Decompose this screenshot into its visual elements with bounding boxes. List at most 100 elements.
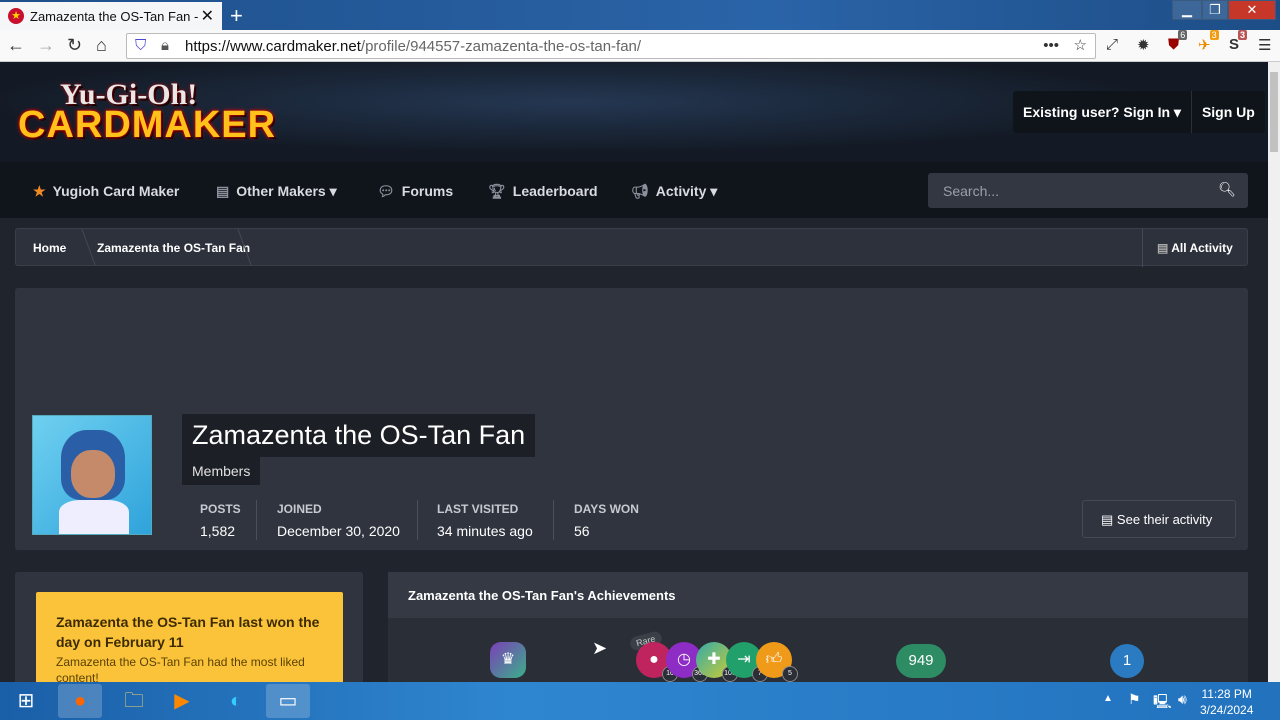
reload-icon[interactable]: ↻ <box>67 35 82 56</box>
all-activity-link[interactable]: ▤ All Activity <box>1142 229 1233 267</box>
media-player-icon[interactable]: ▶ <box>160 684 204 718</box>
stat-joined: JOINED December 30, 2020 <box>277 502 400 539</box>
day-won-box: Zamazenta the OS-Tan Fan last won the da… <box>36 592 343 682</box>
breadcrumb-current[interactable]: Zamazenta the OS-Tan Fan <box>97 241 250 255</box>
nav-other-makers[interactable]: ▤ Other Makers ▾ <box>216 183 337 200</box>
nav-label: Forums <box>401 183 454 199</box>
show-hidden-icons[interactable]: ▲ <box>1103 693 1113 704</box>
page-actions-icon[interactable]: ••• <box>1043 37 1059 54</box>
close-tab-icon[interactable]: ✕ <box>201 6 214 26</box>
search-icon[interactable]: 🔍︎ <box>1218 181 1236 198</box>
stylus-icon[interactable]: S3 <box>1229 30 1248 53</box>
nav-forums[interactable]: 💬︎ Forums <box>377 183 453 200</box>
badge-count: 5 <box>782 666 798 682</box>
clock[interactable]: 11:28 PM 3/24/2024 <box>1200 686 1253 718</box>
reputation-count[interactable]: 949 <box>896 644 946 678</box>
rank-count[interactable]: 1 <box>1110 644 1144 678</box>
sidebar-panel: Zamazenta the OS-Tan Fan last won the da… <box>15 572 363 682</box>
remote-desktop-icon[interactable]: ▭ <box>266 684 310 718</box>
network-icon[interactable]: 🖳︎ <box>1153 691 1172 715</box>
nav-label: Leaderboard <box>512 183 598 199</box>
browser-tab[interactable]: ★ Zamazenta the OS-Tan Fan - Yu ✕ <box>0 2 222 30</box>
nav-label: Yugioh Card Maker <box>52 183 180 199</box>
search-placeholder: Search... <box>943 183 1000 199</box>
stat-value: 34 minutes ago <box>437 523 533 539</box>
scrollbar-thumb[interactable] <box>1270 72 1278 152</box>
site-logo-text[interactable]: CARDMAKER <box>18 104 276 147</box>
auth-buttons: Existing user? Sign In ▾ Sign Up <box>1013 91 1265 133</box>
menu-icon[interactable]: ☰ <box>1258 36 1271 54</box>
breadcrumb: Home Zamazenta the OS-Tan Fan ▤ All Acti… <box>15 228 1248 267</box>
newspaper-icon: ▤ <box>1101 512 1114 527</box>
see-activity-label: See their activity <box>1116 512 1213 527</box>
tab-title: Zamazenta the OS-Tan Fan - Yu <box>30 8 201 24</box>
nav-label: Other Makers <box>236 183 326 199</box>
badge-thumbs-up-icon[interactable]: 👍︎ 5 <box>756 642 798 682</box>
member-group: Members <box>182 457 261 485</box>
clock-date: 3/24/2024 <box>1200 703 1254 717</box>
taskbar: ⊞ ● 🗀 ▶ ◐ ▭ ▲ ⚑ 🖳︎ 🔊︎ 11:28 PM 3/24/2024 <box>0 682 1280 720</box>
bookmark-star-icon[interactable]: ☆ <box>1074 36 1087 54</box>
divider <box>553 500 554 540</box>
sign-in-button[interactable]: Existing user? Sign In ▾ <box>1013 91 1192 133</box>
url-host: https://www.cardmaker.net <box>185 38 361 55</box>
breadcrumb-home[interactable]: Home <box>33 241 66 255</box>
stat-posts: POSTS 1,582 <box>200 502 241 539</box>
tracking-shield-icon[interactable]: ⛉ <box>135 37 146 54</box>
avatar[interactable] <box>32 415 152 535</box>
achievements-title: Zamazenta the OS-Tan Fan's Achievements <box>388 572 1248 618</box>
day-won-heading: Zamazenta the OS-Tan Fan last won the da… <box>56 614 320 650</box>
gear-icon[interactable]: ✹ <box>1137 36 1150 54</box>
start-button[interactable]: ⊞ <box>4 684 48 718</box>
volume-icon[interactable]: 🔊︎ <box>1178 691 1187 708</box>
edge-icon[interactable]: ◐ <box>214 684 258 718</box>
breadcrumb-separator <box>81 229 96 265</box>
ublock-badge: 6 <box>1178 30 1188 40</box>
nav-activity[interactable]: 📢︎ Activity ▾ <box>631 183 717 200</box>
ublock-icon[interactable]: ⛊ 6 <box>1168 30 1188 53</box>
search-input[interactable]: Search... 🔍︎ <box>928 173 1248 208</box>
lock-icon[interactable]: 🔒︎ <box>161 37 169 54</box>
profile-header: Zamazenta the OS-Tan Fan Members POSTS 1,… <box>15 288 1248 550</box>
nav-leaderboard[interactable]: 🏆︎ Leaderboard <box>488 183 598 200</box>
tab-strip: ★ Zamazenta the OS-Tan Fan - Yu ✕ + ▁ ❐ … <box>0 0 1280 30</box>
page-scrollbar[interactable] <box>1268 62 1280 682</box>
back-icon[interactable]: ← <box>7 35 25 56</box>
stat-label: JOINED <box>277 502 322 516</box>
home-icon[interactable]: ⌂ <box>96 35 107 56</box>
megaphone-icon: 📢︎ <box>631 183 649 199</box>
extension-icon[interactable]: ✈ 3 <box>1198 30 1219 54</box>
stat-value: December 30, 2020 <box>277 523 400 539</box>
caret-down-icon: ▾ <box>1173 104 1181 120</box>
stylus-badge: 3 <box>1238 30 1248 40</box>
stat-last-visited: LAST VISITED 34 minutes ago <box>437 502 533 539</box>
firefox-taskbar-icon[interactable]: ● <box>58 684 102 718</box>
address-bar[interactable]: ⛉ 🔒︎ https://www.cardmaker.net/profile/9… <box>126 33 1096 59</box>
achievements-panel: Zamazenta the OS-Tan Fan's Achievements … <box>388 572 1248 682</box>
all-activity-label: All Activity <box>1171 241 1233 255</box>
profile-name: Zamazenta the OS-Tan Fan <box>182 414 536 457</box>
divider <box>256 500 257 540</box>
action-center-flag-icon[interactable]: ⚑ <box>1128 691 1141 708</box>
fullscreen-icon[interactable]: ⤢ <box>1106 36 1118 53</box>
restore-button[interactable]: ❐ <box>1202 0 1228 20</box>
divider <box>417 500 418 540</box>
document-icon: ▤ <box>216 183 230 199</box>
close-window-button[interactable]: ✕ <box>1228 0 1276 20</box>
web-page: Yu-Gi-Oh! CARDMAKER Existing user? Sign … <box>0 62 1268 682</box>
extension-badge: 3 <box>1209 30 1219 40</box>
forward-icon[interactable]: → <box>37 35 55 56</box>
stat-value: 56 <box>574 523 590 539</box>
sign-up-button[interactable]: Sign Up <box>1192 91 1265 133</box>
minimize-button[interactable]: ▁ <box>1172 0 1202 20</box>
see-activity-button[interactable]: ▤ See their activity <box>1082 500 1236 538</box>
new-tab-button[interactable]: + <box>230 3 243 29</box>
nav-label: Activity <box>655 183 707 199</box>
nav-yugioh-card-maker[interactable]: ★ Yugioh Card Maker <box>33 183 179 200</box>
file-explorer-icon[interactable]: 🗀 <box>112 684 156 718</box>
url-path: /profile/944557-zamazenta-the-os-tan-fan… <box>360 38 642 55</box>
site-header: Yu-Gi-Oh! CARDMAKER Existing user? Sign … <box>0 62 1268 162</box>
rank-crown-icon[interactable]: ♛ <box>490 642 526 678</box>
browser-toolbar: ← → ↻ ⌂ ⛉ 🔒︎ https://www.cardmaker.net/p… <box>0 30 1280 62</box>
mouse-cursor-icon: ➤ <box>592 638 608 658</box>
